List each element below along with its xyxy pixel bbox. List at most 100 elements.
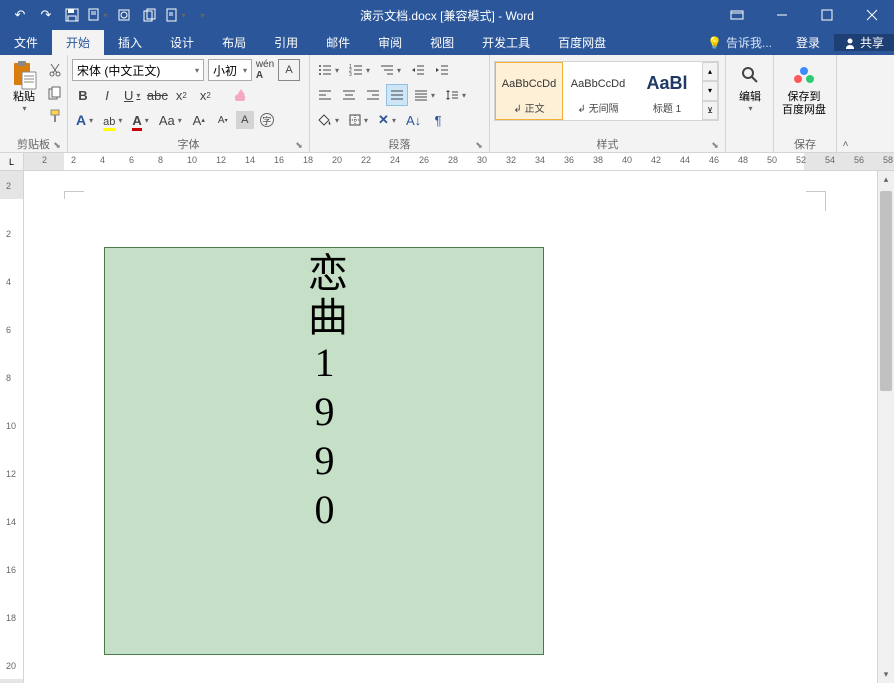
minimize-button[interactable]	[759, 0, 804, 30]
paste-button[interactable]: 粘贴 ▾	[4, 57, 44, 115]
paragraph-launcher[interactable]: ⬊	[473, 140, 485, 152]
tab-selector[interactable]: L	[0, 153, 24, 170]
style-heading1[interactable]: AaBl 标题 1	[633, 62, 701, 120]
maximize-button[interactable]	[804, 0, 849, 30]
change-case-button[interactable]: Aa▾	[155, 109, 186, 131]
login-button[interactable]: 登录	[782, 34, 834, 51]
multilevel-list-button[interactable]: ▾	[376, 59, 405, 81]
tell-me-search[interactable]: 💡 告诉我...	[697, 34, 782, 51]
window-title: 演示文档.docx [兼容模式] - Word	[360, 7, 534, 24]
save-label: 保存	[778, 136, 832, 152]
undo-button[interactable]: ↶	[8, 3, 32, 27]
align-left-button[interactable]	[314, 84, 336, 106]
strikethrough-button[interactable]: abc	[146, 84, 168, 106]
tab-developer[interactable]: 开发工具	[468, 30, 544, 55]
font-launcher[interactable]: ⬊	[293, 140, 305, 152]
clear-format-button[interactable]	[230, 84, 252, 106]
font-color-button[interactable]: A▾	[128, 109, 152, 131]
font-label: 字体 ⬊	[72, 136, 305, 152]
asian-layout-button[interactable]: ✕▾	[374, 109, 400, 131]
vertical-scrollbar[interactable]: ▴ ▾	[877, 171, 894, 683]
line-spacing-button[interactable]: ▾	[441, 84, 470, 106]
tab-file[interactable]: 文件	[0, 30, 52, 55]
italic-button[interactable]: I	[96, 84, 118, 106]
grow-font-button[interactable]: A▴	[188, 109, 210, 131]
baidu-icon	[792, 59, 816, 91]
collapse-ribbon-button[interactable]: ˄	[843, 139, 849, 150]
scroll-down-button[interactable]: ▾	[878, 666, 894, 683]
styles-launcher[interactable]: ⬊	[709, 140, 721, 152]
font-name-combo[interactable]: 宋体 (中文正文) ▾	[72, 59, 204, 81]
phonetic-guide-button[interactable]: wénA	[254, 59, 276, 81]
ribbon-group-styles: AaBbCcDd ↲ 正文 AaBbCcDd ↲ 无间隔 AaBl 标题 1 ▴…	[490, 55, 726, 152]
scroll-thumb[interactable]	[880, 191, 892, 391]
highlight-button[interactable]: ab▾	[99, 109, 126, 131]
underline-button[interactable]: U▾	[120, 84, 144, 106]
text-effects-button[interactable]: A▾	[72, 109, 97, 131]
ribbon-display-button[interactable]	[714, 0, 759, 30]
borders-button[interactable]: ▾	[345, 109, 372, 131]
enclose-char-button[interactable]: 字	[256, 109, 278, 131]
style-normal[interactable]: AaBbCcDd ↲ 正文	[495, 62, 563, 120]
qa-button-7[interactable]: ▾	[164, 3, 188, 27]
style-nospacing[interactable]: AaBbCcDd ↲ 无间隔	[564, 62, 632, 120]
copy-button[interactable]	[44, 82, 66, 104]
share-button[interactable]: 共享	[834, 34, 894, 51]
chevron-down-icon: ▾	[243, 66, 247, 75]
decrease-indent-button[interactable]	[407, 59, 429, 81]
font-size-combo[interactable]: 小初 ▾	[208, 59, 252, 81]
gallery-down-button[interactable]: ▾	[702, 81, 718, 100]
increase-indent-button[interactable]	[431, 59, 453, 81]
tab-references[interactable]: 引用	[260, 30, 312, 55]
superscript-button[interactable]: x2	[194, 84, 216, 106]
tab-view[interactable]: 视图	[416, 30, 468, 55]
gallery-up-button[interactable]: ▴	[702, 62, 718, 81]
editing-button[interactable]: 编辑 ▾	[730, 57, 770, 115]
bold-button[interactable]: B	[72, 84, 94, 106]
window-controls	[714, 0, 894, 30]
qa-button-4[interactable]: ▾	[86, 3, 110, 27]
save-to-baidu-button[interactable]: 保存到百度网盘	[778, 57, 830, 119]
search-icon	[740, 59, 760, 91]
tab-baidu[interactable]: 百度网盘	[544, 30, 620, 55]
quick-access-toolbar: ↶ ↷ ▾ ▾ ▾	[0, 3, 214, 27]
tab-design[interactable]: 设计	[156, 30, 208, 55]
bullets-button[interactable]: ▾	[314, 59, 343, 81]
ruler-horizontal[interactable]: L 22468101214161820222426283032343638404…	[0, 153, 894, 171]
close-button[interactable]	[849, 0, 894, 30]
ruler-vertical[interactable]: 22468101214161820	[0, 171, 24, 683]
char-shading-button[interactable]: A	[236, 111, 254, 129]
sort-button[interactable]: A↓	[402, 109, 425, 131]
styles-gallery: AaBbCcDd ↲ 正文 AaBbCcDd ↲ 无间隔 AaBl 标题 1 ▴…	[494, 61, 719, 121]
shading-button[interactable]: ▾	[314, 109, 343, 131]
tab-layout[interactable]: 布局	[208, 30, 260, 55]
tab-insert[interactable]: 插入	[104, 30, 156, 55]
align-distributed-button[interactable]: ▾	[410, 84, 439, 106]
document-text[interactable]: 恋曲1990	[295, 252, 353, 536]
tab-review[interactable]: 审阅	[364, 30, 416, 55]
numbering-button[interactable]: 123▾	[345, 59, 374, 81]
ribbon-group-font: 宋体 (中文正文) ▾ 小初 ▾ wénA A B I U▾ abc x2 x2	[68, 55, 310, 152]
align-right-button[interactable]	[362, 84, 384, 106]
align-justify-button[interactable]	[386, 84, 408, 106]
shrink-font-button[interactable]: A▾	[212, 109, 234, 131]
char-border-button[interactable]: A	[278, 59, 300, 81]
format-painter-button[interactable]	[44, 105, 66, 127]
qa-button-5[interactable]	[112, 3, 136, 27]
cut-button[interactable]	[44, 59, 66, 81]
clipboard-launcher[interactable]: ⬊	[51, 140, 63, 152]
qa-customize-button[interactable]: ▾	[190, 3, 214, 27]
document-canvas[interactable]: 恋曲1990	[24, 171, 877, 683]
text-box[interactable]: 恋曲1990	[104, 247, 544, 655]
tab-mailings[interactable]: 邮件	[312, 30, 364, 55]
save-button[interactable]	[60, 3, 84, 27]
titlebar: ↶ ↷ ▾ ▾ ▾ 演示文档.docx [兼容模式] - Word	[0, 0, 894, 30]
scroll-up-button[interactable]: ▴	[878, 171, 894, 188]
tab-home[interactable]: 开始	[52, 30, 104, 55]
align-center-button[interactable]	[338, 84, 360, 106]
gallery-more-button[interactable]: ⊻	[702, 101, 718, 120]
redo-button[interactable]: ↷	[34, 3, 58, 27]
show-marks-button[interactable]: ¶	[427, 109, 449, 131]
subscript-button[interactable]: x2	[170, 84, 192, 106]
qa-button-6[interactable]	[138, 3, 162, 27]
